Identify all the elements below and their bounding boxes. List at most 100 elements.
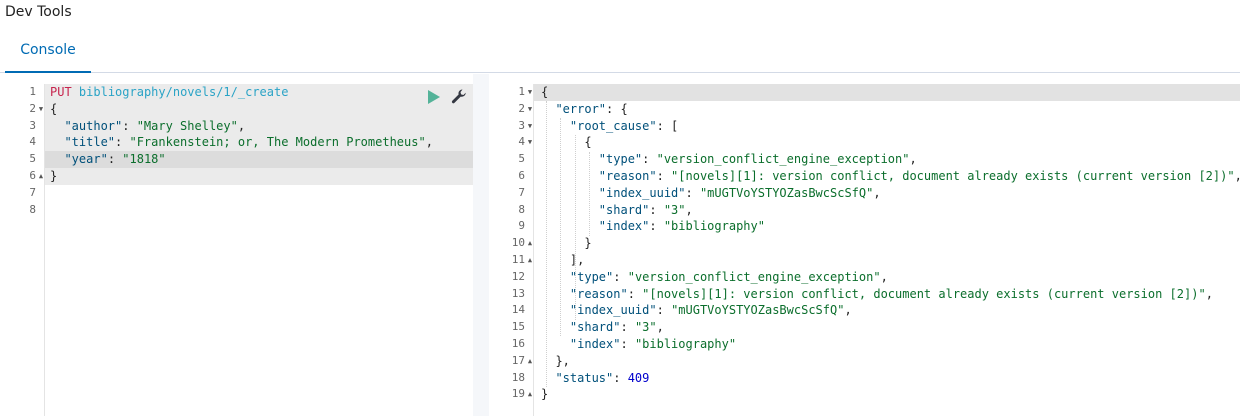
code-text: "index_uuid": "mUGTVoYSTYOZasBwcScSfQ", bbox=[541, 185, 881, 202]
fold-toggle-icon[interactable]: ▼ bbox=[526, 84, 534, 101]
code-token: "bibliography" bbox=[634, 336, 737, 351]
fold-toggle-icon[interactable]: ▲ bbox=[526, 353, 534, 370]
code-token: { bbox=[50, 101, 58, 116]
line-number: 3 bbox=[518, 118, 525, 132]
code-token: "shard" bbox=[569, 320, 621, 335]
fold-toggle-icon[interactable]: ▼ bbox=[526, 118, 534, 135]
code-text: }, bbox=[541, 353, 569, 370]
line-number: 6 bbox=[29, 168, 36, 182]
line-number: 2 bbox=[29, 101, 36, 115]
app-title: Dev Tools bbox=[5, 4, 72, 20]
code-token: "type" bbox=[569, 269, 614, 284]
code-token: "Mary Shelley" bbox=[136, 118, 238, 133]
code-token: , bbox=[909, 152, 917, 167]
fold-toggle-icon[interactable]: ▲ bbox=[526, 235, 534, 252]
code-token: : bbox=[656, 168, 672, 183]
line-number: 5 bbox=[518, 152, 525, 166]
line-number: 8 bbox=[518, 202, 525, 216]
code-token: "reason" bbox=[569, 286, 628, 301]
code-token: : { bbox=[606, 101, 628, 116]
code-text: } bbox=[50, 168, 57, 185]
line-number: 1 bbox=[518, 85, 525, 98]
fold-toggle-icon[interactable]: ▲ bbox=[526, 252, 534, 269]
code-token: "mUGTVoYSTYOZasBwcScSfQ" bbox=[699, 185, 874, 200]
line-number: 6 bbox=[518, 168, 525, 182]
code-token: , bbox=[656, 320, 664, 335]
line-number: 3 bbox=[29, 118, 36, 132]
code-text: "root_cause": [ bbox=[541, 118, 678, 135]
code-text: } bbox=[541, 235, 591, 252]
code-token: : bbox=[613, 269, 628, 284]
code-token: "Frankenstein; or, The Modern Prometheus… bbox=[129, 135, 426, 150]
line-number: 7 bbox=[518, 185, 525, 199]
code-token: "author" bbox=[64, 118, 123, 133]
code-token: , bbox=[844, 303, 852, 318]
line-number: 12 bbox=[511, 269, 525, 283]
line-number: 18 bbox=[511, 370, 525, 384]
wrench-icon[interactable] bbox=[450, 88, 468, 106]
response-viewer: 1 ▼{2 ▼ "error": {3 ▼ "root_cause": [4 ▼ {5 … bbox=[489, 84, 1240, 416]
code-token: , bbox=[1235, 169, 1240, 183]
line-number: 10 bbox=[511, 236, 525, 250]
code-token: : bbox=[122, 118, 137, 133]
code-token: : bbox=[656, 303, 672, 318]
code-token: "index_uuid" bbox=[598, 185, 686, 200]
fold-toggle-icon[interactable]: ▼ bbox=[37, 101, 45, 118]
code-token: "title" bbox=[64, 135, 116, 150]
fold-toggle-icon[interactable]: ▼ bbox=[526, 134, 534, 151]
code-token: , bbox=[425, 135, 433, 150]
fold-toggle-icon[interactable]: ▼ bbox=[526, 101, 534, 118]
line-number: 7 bbox=[29, 185, 36, 199]
code-token: , bbox=[1205, 286, 1213, 301]
code-text: { bbox=[541, 84, 548, 101]
code-token: "year" bbox=[64, 152, 108, 167]
code-token: : bbox=[620, 336, 635, 351]
code-token: "index" bbox=[569, 336, 621, 351]
tab-console[interactable]: Console bbox=[5, 30, 91, 73]
pane-resizer[interactable] bbox=[473, 74, 489, 416]
code-token: } bbox=[50, 168, 58, 183]
request-editor[interactable]: 1 PUT bibliography/novels/1/_create 2 ▼ {3 "… bbox=[0, 84, 473, 416]
fold-toggle-icon[interactable]: ▲ bbox=[526, 386, 534, 403]
play-icon[interactable] bbox=[424, 88, 442, 106]
fold-toggle-icon[interactable]: ▲ bbox=[37, 168, 45, 185]
code-text: "shard": "3", bbox=[541, 202, 693, 219]
code-text: "status": 409 bbox=[541, 370, 649, 387]
code-token: PUT bbox=[50, 85, 72, 99]
code-token: : bbox=[642, 152, 657, 167]
code-token: { bbox=[541, 85, 549, 99]
code-token: } bbox=[541, 387, 549, 402]
code-text: "reason": "[novels][1]: version conflict… bbox=[541, 168, 1240, 185]
code-token: ], bbox=[541, 252, 585, 267]
code-text: "year": "1818" bbox=[50, 151, 165, 168]
code-token: "[novels][1]: version conflict, document… bbox=[642, 286, 1206, 301]
code-token: , bbox=[685, 202, 693, 217]
line-number: 15 bbox=[511, 320, 525, 334]
code-text: { bbox=[50, 101, 57, 118]
line-number: 17 bbox=[511, 353, 525, 367]
code-text: { bbox=[541, 134, 591, 151]
code-token: "mUGTVoYSTYOZasBwcScSfQ" bbox=[671, 303, 845, 318]
code-token: "root_cause" bbox=[569, 118, 657, 133]
code-token: : bbox=[627, 286, 643, 301]
code-text: "index": "bibliography" bbox=[541, 336, 736, 353]
line-number: 19 bbox=[511, 387, 525, 401]
code-text: ], bbox=[541, 252, 584, 269]
code-text: PUT bibliography/novels/1/_create bbox=[50, 84, 288, 101]
code-token: "3" bbox=[634, 320, 657, 335]
code-token: : bbox=[649, 202, 664, 217]
code-text: "title": "Frankenstein; or, The Modern P… bbox=[50, 134, 433, 151]
